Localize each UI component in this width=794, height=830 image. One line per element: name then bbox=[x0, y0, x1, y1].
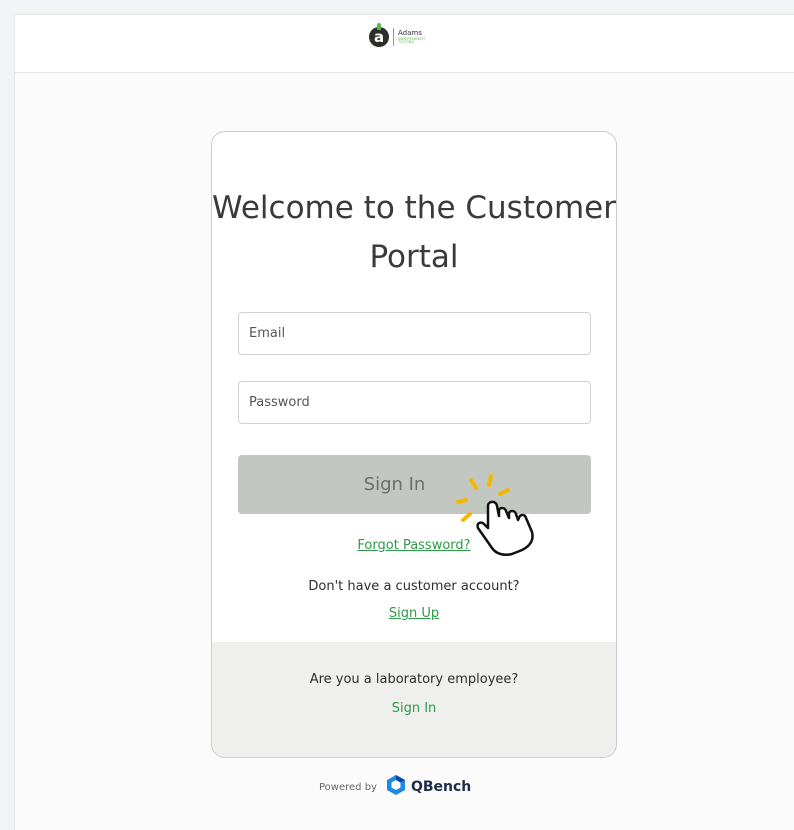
powered-by-text: Powered by bbox=[319, 781, 377, 793]
logo-divider bbox=[393, 28, 394, 46]
login-card: Welcome to the Customer Portal Sign In F… bbox=[211, 131, 617, 758]
logo-text: Adams INDEPENDENT TESTING bbox=[398, 28, 426, 45]
powered-by-footer: Powered by QBench bbox=[319, 774, 471, 800]
qbench-logo[interactable]: QBench bbox=[385, 774, 471, 800]
adams-logo-mark: a bbox=[369, 23, 389, 47]
forgot-password-link[interactable]: Forgot Password? bbox=[357, 538, 470, 553]
logo-subtitle: INDEPENDENT TESTING bbox=[398, 36, 426, 44]
adams-logo[interactable]: a Adams INDEPENDENT TESTING bbox=[369, 23, 426, 49]
sign-up-row: Sign Up bbox=[212, 602, 616, 621]
qbench-hex-icon bbox=[385, 774, 407, 800]
no-account-text: Don't have a customer account? bbox=[308, 579, 520, 594]
forgot-password-row: Forgot Password? bbox=[212, 534, 616, 553]
top-header: a Adams INDEPENDENT TESTING bbox=[15, 15, 794, 73]
hand-pointer-click-icon bbox=[456, 466, 546, 566]
sign-up-link[interactable]: Sign Up bbox=[389, 606, 439, 621]
lab-sign-in-link[interactable]: Sign In bbox=[212, 701, 616, 716]
lab-employee-question: Are you a laboratory employee? bbox=[309, 672, 519, 687]
qbench-brand-name: QBench bbox=[410, 779, 472, 795]
page-title: Welcome to the Customer Portal bbox=[212, 190, 616, 275]
logo-name: Adams bbox=[398, 28, 422, 37]
password-field[interactable] bbox=[238, 381, 591, 424]
lab-employee-section: Are you a laboratory employee? Sign In bbox=[212, 642, 616, 757]
email-field[interactable] bbox=[238, 312, 591, 355]
